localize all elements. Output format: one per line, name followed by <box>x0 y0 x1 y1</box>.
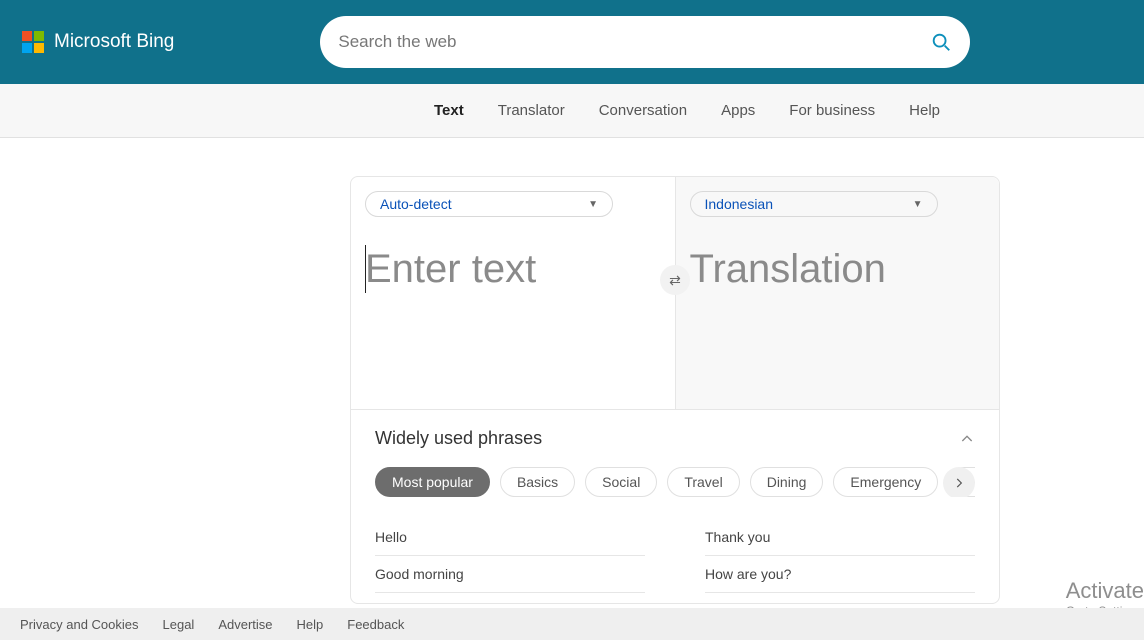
subnav-item[interactable]: Help <box>909 102 940 119</box>
swap-icon: ⇄ <box>669 272 681 289</box>
category-pills: Most popular Basics Social Travel Dining Emer… <box>375 467 975 497</box>
text-cursor-icon <box>365 245 366 293</box>
phrases-header[interactable]: Widely used phrases <box>375 428 975 449</box>
phrases-title: Widely used phrases <box>375 428 542 449</box>
search-input[interactable] <box>338 32 930 52</box>
phrases-section: Widely used phrases Most popular Basics So… <box>351 409 999 603</box>
search-box[interactable] <box>320 16 970 68</box>
category-pill[interactable]: Social <box>585 467 657 497</box>
footer-link[interactable]: Feedback <box>347 617 404 632</box>
phrase-item[interactable]: Good morning <box>375 556 645 593</box>
target-language-select[interactable]: Indonesian ▼ <box>690 191 938 217</box>
target-output: Translation <box>690 247 986 292</box>
footer: Privacy and Cookies Legal Advertise Help Fee… <box>0 608 1144 640</box>
category-pill[interactable]: Most popular <box>375 467 490 497</box>
phrase-item[interactable]: Thank you <box>705 519 975 556</box>
caret-down-icon: ▼ <box>913 199 923 210</box>
source-language-select[interactable]: Auto-detect ▼ <box>365 191 613 217</box>
category-pill[interactable]: Dining <box>750 467 824 497</box>
phrase-item[interactable]: Hello <box>375 519 645 556</box>
footer-link[interactable]: Advertise <box>218 617 272 632</box>
subnav-item[interactable]: Apps <box>721 102 755 119</box>
subnav-item[interactable]: Translator <box>498 102 565 119</box>
footer-link[interactable]: Help <box>297 617 324 632</box>
search-wrap <box>320 16 970 68</box>
category-pill[interactable]: Basics <box>500 467 575 497</box>
translator-card: Auto-detect ▼ Enter text ⇄ Indonesian ▼ … <box>350 176 1000 604</box>
phrase-item[interactable]: How are you? <box>705 556 975 593</box>
chevron-right-icon <box>952 476 966 490</box>
source-pane: Auto-detect ▼ Enter text <box>351 177 675 409</box>
brand-text: Microsoft Bing <box>54 31 174 53</box>
chevron-up-icon <box>959 431 975 447</box>
target-placeholder: Translation <box>690 247 886 291</box>
category-pill[interactable]: Emergency <box>833 467 938 497</box>
footer-link[interactable]: Legal <box>163 617 195 632</box>
translator-panes: Auto-detect ▼ Enter text ⇄ Indonesian ▼ … <box>351 177 999 409</box>
category-pill[interactable]: Travel <box>667 467 739 497</box>
source-placeholder: Enter text <box>365 247 536 291</box>
footer-link[interactable]: Privacy and Cookies <box>20 617 139 632</box>
search-icon[interactable] <box>930 31 952 53</box>
brand-logo-wrap[interactable]: Microsoft Bing <box>22 31 174 53</box>
target-language-label: Indonesian <box>705 196 774 212</box>
target-pane: Indonesian ▼ Translation <box>675 177 1000 409</box>
watermark-line1: Activate <box>1066 578 1144 604</box>
caret-down-icon: ▼ <box>588 199 598 210</box>
subnav-item[interactable]: Text <box>434 102 464 119</box>
source-language-label: Auto-detect <box>380 196 452 212</box>
scroll-right-button[interactable] <box>943 467 975 497</box>
main-area: Auto-detect ▼ Enter text ⇄ Indonesian ▼ … <box>0 138 1144 604</box>
phrase-grid: Hello Thank you Good morning How are you? <box>375 519 975 593</box>
subnav-item[interactable]: Conversation <box>599 102 687 119</box>
subnav-item[interactable]: For business <box>789 102 875 119</box>
swap-languages-button[interactable]: ⇄ <box>660 265 690 295</box>
subnav: Text Translator Conversation Apps For busine… <box>0 84 1144 138</box>
source-textarea[interactable]: Enter text <box>365 247 661 292</box>
microsoft-logo-icon <box>22 31 44 53</box>
header-bar: Microsoft Bing <box>0 0 1144 84</box>
